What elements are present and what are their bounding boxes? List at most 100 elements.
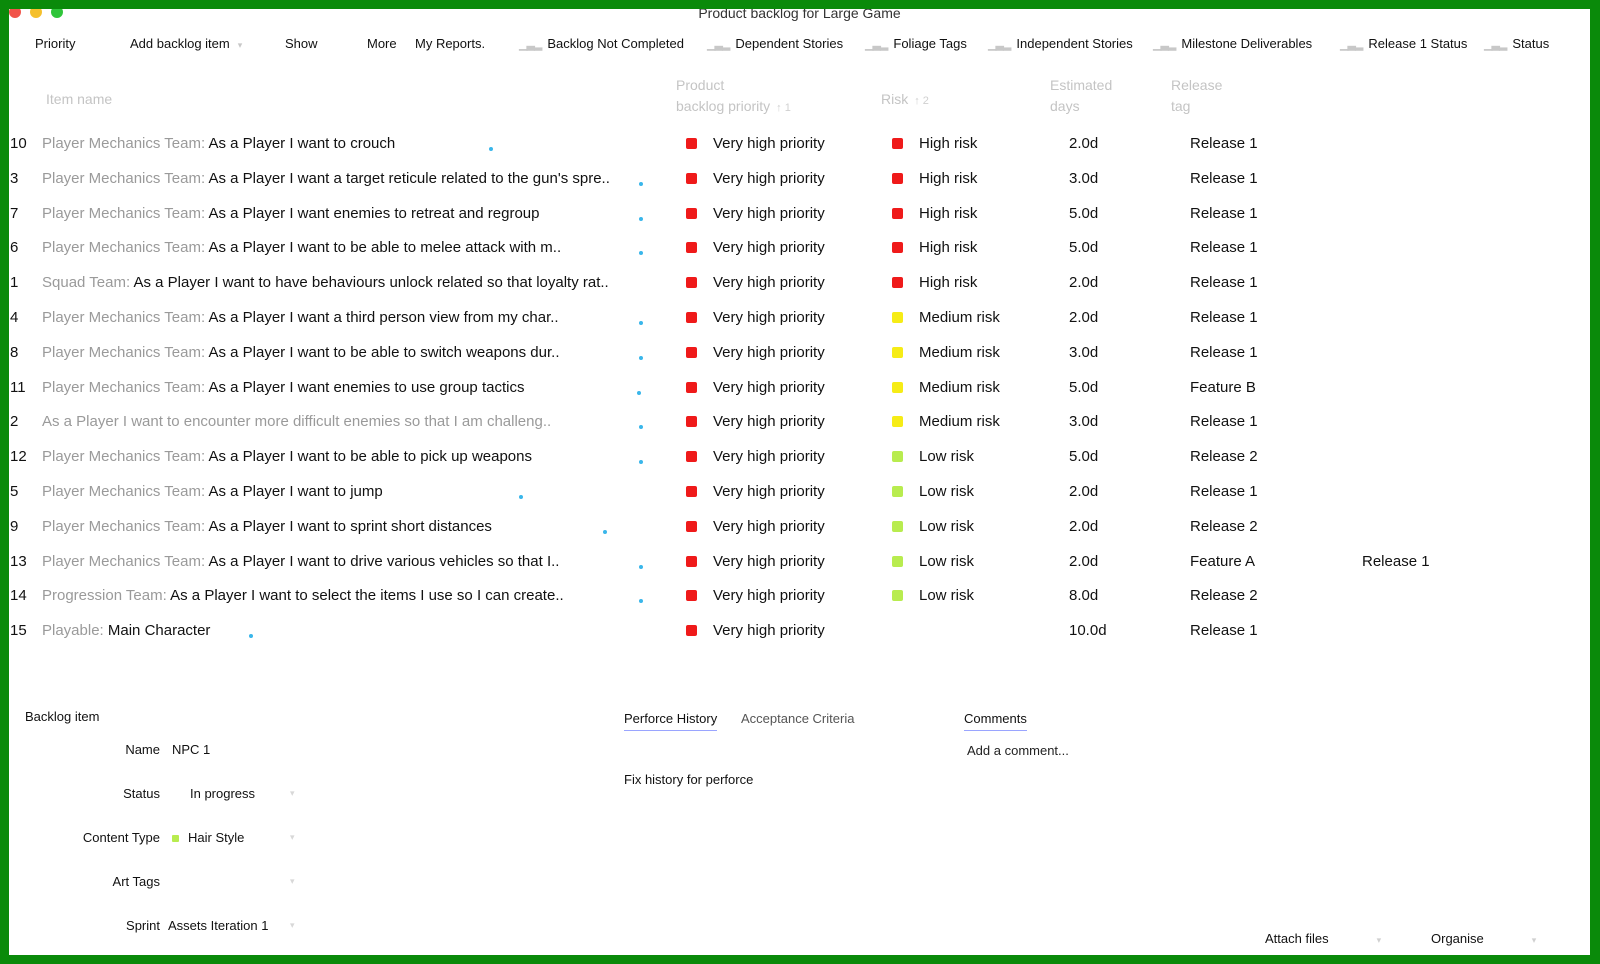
estimated-days-cell[interactable]: 5.0d xyxy=(1069,203,1098,225)
priority-cell[interactable]: Very high priority xyxy=(686,133,825,155)
table-row[interactable]: 14 Progression Team: As a Player I want t… xyxy=(9,585,1590,619)
content-type-select[interactable]: Hair Style xyxy=(172,830,244,845)
item-name[interactable]: Player Mechanics Team: As a Player I wan… xyxy=(42,307,682,329)
item-name[interactable]: Player Mechanics Team: As a Player I wan… xyxy=(42,168,682,190)
estimated-days-cell[interactable]: 2.0d xyxy=(1069,516,1098,538)
table-row[interactable]: 9 Player Mechanics Team: As a Player I wa… xyxy=(9,516,1590,550)
release-tag-cell[interactable]: Release 1 xyxy=(1190,342,1258,364)
item-name[interactable]: Progression Team: As a Player I want to … xyxy=(42,585,682,607)
risk-cell[interactable]: Low risk xyxy=(892,585,974,607)
release-tag-cell[interactable]: Release 1 xyxy=(1190,620,1258,642)
table-row[interactable]: 8 Player Mechanics Team: As a Player I wa… xyxy=(9,342,1590,376)
priority-cell[interactable]: Very high priority xyxy=(686,237,825,259)
estimated-days-cell[interactable]: 5.0d xyxy=(1069,377,1098,399)
priority-cell[interactable]: Very high priority xyxy=(686,342,825,364)
table-row[interactable]: 5 Player Mechanics Team: As a Player I wa… xyxy=(9,481,1590,515)
table-row[interactable]: 1 Squad Team: As a Player I want to have … xyxy=(9,272,1590,306)
priority-cell[interactable]: Very high priority xyxy=(686,446,825,468)
item-name[interactable]: Player Mechanics Team: As a Player I wan… xyxy=(42,342,682,364)
release-tag-cell[interactable]: Release 1 xyxy=(1190,203,1258,225)
estimated-days-cell[interactable]: 5.0d xyxy=(1069,237,1098,259)
column-header-estimated-days[interactable]: Estimated days xyxy=(1050,75,1112,117)
release-tag-cell[interactable]: Release 1 xyxy=(1190,272,1258,294)
report-release-1-status[interactable]: ▁▃▂ Release 1 Status xyxy=(1340,36,1467,51)
release-tag-cell[interactable]: Release 1 xyxy=(1190,133,1258,155)
risk-cell[interactable]: Medium risk xyxy=(892,377,1000,399)
risk-cell[interactable]: Low risk xyxy=(892,516,974,538)
add-backlog-item-button[interactable]: Add backlog item ▾ xyxy=(130,36,242,51)
report-milestone-deliverables[interactable]: ▁▃▂ Milestone Deliverables xyxy=(1153,36,1312,51)
estimated-days-cell[interactable]: 2.0d xyxy=(1069,551,1098,573)
risk-cell[interactable]: Low risk xyxy=(892,551,974,573)
table-row[interactable]: 3 Player Mechanics Team: As a Player I wa… xyxy=(9,168,1590,202)
tab-acceptance-criteria[interactable]: Acceptance Criteria xyxy=(741,711,854,730)
item-name[interactable]: Player Mechanics Team: As a Player I wan… xyxy=(42,516,682,538)
more-button[interactable]: More xyxy=(367,36,397,51)
estimated-days-cell[interactable]: 10.0d xyxy=(1069,620,1107,642)
release-tag-cell[interactable]: Release 2 xyxy=(1190,516,1258,538)
release-tag-cell[interactable]: Feature A xyxy=(1190,551,1255,573)
estimated-days-cell[interactable]: 2.0d xyxy=(1069,133,1098,155)
report-status[interactable]: ▁▃▂ Status xyxy=(1484,36,1549,51)
status-select[interactable]: In progress xyxy=(190,786,255,801)
release-tag-cell[interactable]: Release 2 xyxy=(1190,446,1258,468)
release-tag-cell[interactable]: Release 2 xyxy=(1190,585,1258,607)
release-tag-extra[interactable]: Release 1 xyxy=(1362,551,1430,573)
table-row[interactable]: 6 Player Mechanics Team: As a Player I wa… xyxy=(9,237,1590,271)
estimated-days-cell[interactable]: 8.0d xyxy=(1069,585,1098,607)
risk-cell[interactable]: High risk xyxy=(892,168,977,190)
risk-cell[interactable]: High risk xyxy=(892,237,977,259)
report-foliage-tags[interactable]: ▁▃▂ Foliage Tags xyxy=(865,36,967,51)
estimated-days-cell[interactable]: 2.0d xyxy=(1069,272,1098,294)
priority-button[interactable]: Priority xyxy=(35,36,75,51)
item-name[interactable]: Player Mechanics Team: As a Player I wan… xyxy=(42,481,682,503)
priority-cell[interactable]: Very high priority xyxy=(686,516,825,538)
risk-cell[interactable]: Medium risk xyxy=(892,342,1000,364)
report-backlog-not-completed[interactable]: ▁▃▂ Backlog Not Completed xyxy=(519,36,684,51)
item-name[interactable]: Player Mechanics Team: As a Player I wan… xyxy=(42,446,682,468)
chevron-down-icon[interactable]: ▾ xyxy=(290,832,295,843)
organise-button[interactable]: Organise ▾ xyxy=(1431,931,1536,946)
item-name[interactable]: Player Mechanics Team: As a Player I wan… xyxy=(42,203,682,225)
release-tag-cell[interactable]: Release 1 xyxy=(1190,411,1258,433)
priority-cell[interactable]: Very high priority xyxy=(686,551,825,573)
table-row[interactable]: 12 Player Mechanics Team: As a Player I w… xyxy=(9,446,1590,480)
priority-cell[interactable]: Very high priority xyxy=(686,307,825,329)
column-header-release-tag[interactable]: Release tag xyxy=(1171,75,1222,117)
priority-cell[interactable]: Very high priority xyxy=(686,168,825,190)
priority-cell[interactable]: Very high priority xyxy=(686,203,825,225)
attach-files-button[interactable]: Attach files ▾ xyxy=(1265,931,1381,946)
report-independent-stories[interactable]: ▁▃▂ Independent Stories xyxy=(988,36,1133,51)
name-field[interactable]: NPC 1 xyxy=(172,742,210,757)
comment-input[interactable]: Add a comment... xyxy=(967,743,1069,758)
table-row[interactable]: 11 Player Mechanics Team: As a Player I w… xyxy=(9,377,1590,411)
priority-cell[interactable]: Very high priority xyxy=(686,377,825,399)
tab-comments[interactable]: Comments xyxy=(964,711,1027,731)
estimated-days-cell[interactable]: 3.0d xyxy=(1069,342,1098,364)
priority-cell[interactable]: Very high priority xyxy=(686,481,825,503)
estimated-days-cell[interactable]: 3.0d xyxy=(1069,168,1098,190)
item-name[interactable]: As a Player I want to encounter more dif… xyxy=(42,411,682,433)
column-header-item-name[interactable]: Item name xyxy=(46,89,112,110)
risk-cell[interactable]: Low risk xyxy=(892,481,974,503)
risk-cell[interactable]: Medium risk xyxy=(892,307,1000,329)
release-tag-cell[interactable]: Release 1 xyxy=(1190,307,1258,329)
release-tag-cell[interactable]: Release 1 xyxy=(1190,481,1258,503)
item-name[interactable]: Player Mechanics Team: As a Player I wan… xyxy=(42,551,682,573)
chevron-down-icon[interactable]: ▾ xyxy=(290,920,295,931)
item-name[interactable]: Player Mechanics Team: As a Player I wan… xyxy=(42,237,682,259)
risk-cell[interactable]: Medium risk xyxy=(892,411,1000,433)
table-row[interactable]: 7 Player Mechanics Team: As a Player I wa… xyxy=(9,203,1590,237)
column-header-priority[interactable]: Product backlog priority ↑ 1 xyxy=(676,75,791,119)
item-name[interactable]: Player Mechanics Team: As a Player I wan… xyxy=(42,133,682,155)
item-name[interactable]: Squad Team: As a Player I want to have b… xyxy=(42,272,682,294)
priority-cell[interactable]: Very high priority xyxy=(686,585,825,607)
my-reports-button[interactable]: My Reports. xyxy=(415,36,485,51)
table-row[interactable]: 2 As a Player I want to encounter more di… xyxy=(9,411,1590,445)
estimated-days-cell[interactable]: 2.0d xyxy=(1069,307,1098,329)
risk-cell[interactable]: Low risk xyxy=(892,446,974,468)
sprint-select[interactable]: Assets Iteration 1 xyxy=(168,918,268,933)
risk-cell[interactable]: High risk xyxy=(892,203,977,225)
show-button[interactable]: Show xyxy=(285,36,318,51)
item-name[interactable]: Player Mechanics Team: As a Player I wan… xyxy=(42,377,682,399)
